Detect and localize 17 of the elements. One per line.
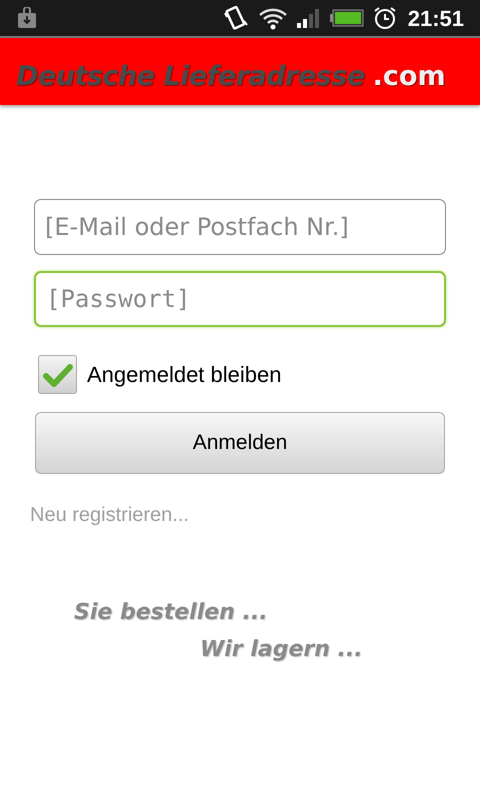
login-button[interactable]: Anmelden <box>35 412 445 474</box>
slogan-line: Wir lagern ... <box>200 636 364 664</box>
wifi-icon <box>258 6 288 30</box>
slogan-line: Sie bestellen ... <box>74 599 269 627</box>
download-icon <box>16 7 38 29</box>
remember-checkbox[interactable] <box>38 355 77 394</box>
battery-icon <box>330 9 364 27</box>
signal-icon <box>296 7 322 29</box>
logo-domain: .com <box>372 60 446 94</box>
email-field[interactable]: [E-Mail oder Postfach Nr.] <box>34 199 446 255</box>
alarm-icon <box>372 5 398 31</box>
check-icon <box>42 362 72 386</box>
vibrate-icon <box>222 5 250 31</box>
password-field[interactable]: [Passwort] <box>34 271 446 327</box>
remember-label: Angemeldet bleiben <box>87 361 282 389</box>
logo-text: Deutsche Lieferadresse <box>16 60 365 94</box>
clock-time: 21:51 <box>408 4 464 32</box>
